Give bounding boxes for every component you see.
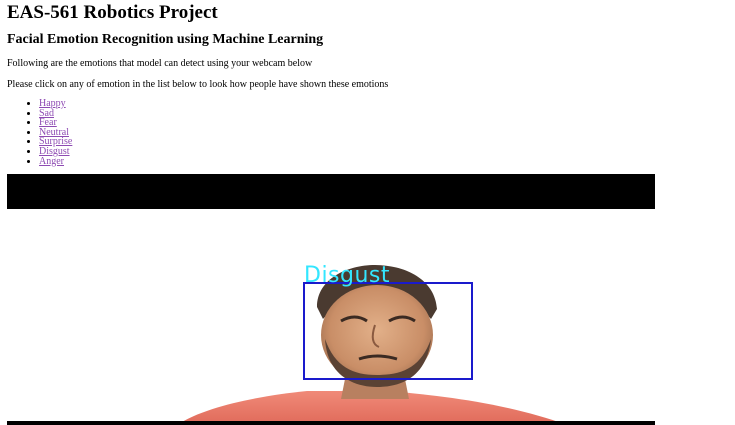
page: EAS-561 Robotics Project Facial Emotion … — [0, 0, 735, 425]
page-title: EAS-561 Robotics Project — [7, 2, 218, 23]
webcam-footer-bar — [7, 421, 655, 425]
instruction-text: Please click on any of emotion in the li… — [7, 79, 389, 90]
webcam-frame — [177, 265, 567, 425]
emotion-list: Happy Sad Fear Neutral Surprise Disgust … — [7, 99, 72, 167]
webcam-feed: Disgust — [7, 209, 655, 425]
list-item: Anger — [39, 156, 72, 167]
webcam-header-bar — [7, 174, 655, 209]
page-subtitle: Facial Emotion Recognition using Machine… — [7, 32, 324, 47]
intro-text: Following are the emotions that model ca… — [7, 58, 313, 69]
emotion-link-anger[interactable]: Anger — [39, 156, 64, 167]
emotion-detection-label: Disgust — [304, 263, 391, 288]
